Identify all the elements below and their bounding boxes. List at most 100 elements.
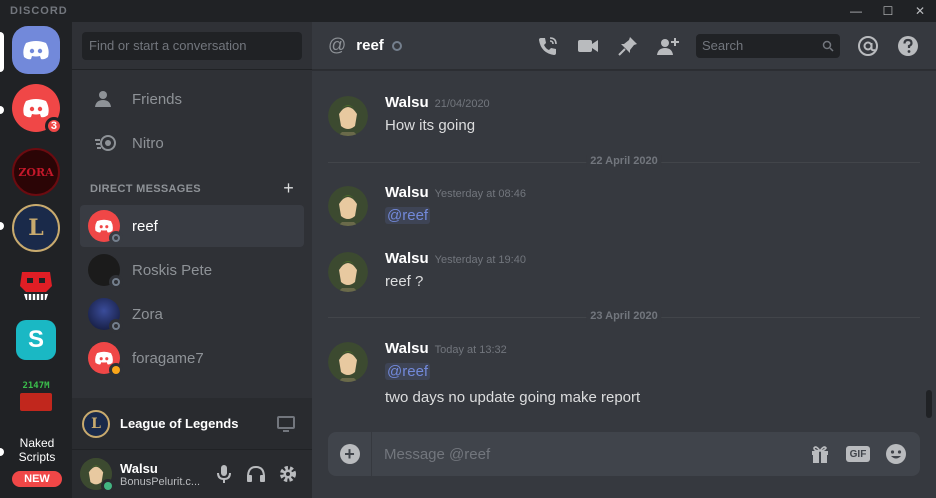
find-conversation-input[interactable]: Find or start a conversation <box>82 31 302 60</box>
avatar <box>88 210 123 245</box>
voice-call-button[interactable] <box>536 34 560 58</box>
activity-panel: L League of Legends <box>72 398 312 450</box>
message-composer: + Message @reef GIF <box>328 432 920 476</box>
nav-nitro[interactable]: Nitro <box>80 122 304 164</box>
search-input[interactable]: Search <box>696 33 840 58</box>
status-offline <box>109 275 123 289</box>
home-button[interactable] <box>12 26 60 74</box>
title-bar: DISCORD — ☐ ✕ <box>0 0 936 22</box>
message-list: Walsu 21/04/2020 How its going 22 April 2… <box>312 70 936 424</box>
date-divider: 23 April 2020 <box>328 310 920 322</box>
message-scrollbar[interactable] <box>926 390 932 418</box>
message-text: How its going <box>385 117 476 134</box>
dm-name: reef <box>132 217 158 235</box>
discord-logo-icon <box>23 41 49 60</box>
message-text: @reef <box>385 206 905 226</box>
message-body: Walsu Yesterday at 08:46 @reef <box>385 184 905 226</box>
plus-circle-icon: + <box>339 444 360 464</box>
gift-button[interactable] <box>806 442 834 466</box>
gift-icon <box>812 446 828 463</box>
naked-scripts-label[interactable]: Naked Scripts <box>8 436 66 464</box>
mention-badge: 3 <box>44 117 63 135</box>
help-button[interactable] <box>896 34 920 58</box>
emoji-button[interactable] <box>882 442 910 466</box>
unread-indicator <box>0 106 4 114</box>
add-friend-to-dm-button[interactable] <box>656 34 680 58</box>
at-icon <box>858 35 878 56</box>
message-author[interactable]: Walsu <box>385 94 429 111</box>
avatar <box>88 254 123 289</box>
server-list: 3 ZORA L S 2147M Naked Scripts NEW <box>0 22 72 498</box>
game-icon: L <box>82 409 110 438</box>
server-icon-2147m[interactable]: 2147M <box>12 372 60 420</box>
mute-button[interactable] <box>208 458 240 490</box>
gear-icon <box>280 466 296 482</box>
video-call-button[interactable] <box>576 34 600 58</box>
gif-button[interactable]: GIF <box>844 442 872 466</box>
game-title: League of Legends <box>120 416 239 431</box>
dm-name: Zora <box>132 305 163 323</box>
emoji-icon <box>886 444 906 464</box>
user-mention[interactable]: @reef <box>385 363 431 380</box>
discord-logo-icon <box>95 351 113 365</box>
dm-item-roskis-pete[interactable]: Roskis Pete <box>80 249 304 291</box>
username: Walsu <box>120 460 158 476</box>
status-offline-icon <box>391 40 402 51</box>
selected-indicator <box>0 32 4 72</box>
stream-icon[interactable] <box>270 408 302 440</box>
new-badge: NEW <box>9 468 65 490</box>
dm-item-zora[interactable]: Zora <box>80 293 304 335</box>
message-avatar[interactable] <box>328 342 368 382</box>
message-timestamp: 21/04/2020 <box>434 98 490 110</box>
status-online <box>101 479 115 493</box>
server-label: ZORA <box>18 165 54 179</box>
search-icon <box>822 40 834 52</box>
red-skull-icon <box>20 272 52 300</box>
pinned-messages-button[interactable] <box>616 34 640 58</box>
maximize-button[interactable]: ☐ <box>872 0 904 22</box>
server-label: S <box>27 326 44 353</box>
message-author[interactable]: Walsu <box>385 250 429 267</box>
help-icon <box>898 35 918 56</box>
server-icon-skull[interactable] <box>12 260 60 308</box>
mentions-button[interactable] <box>856 34 880 58</box>
message-input[interactable]: Message @reef <box>372 446 806 463</box>
user-avatar[interactable] <box>80 458 115 493</box>
nav-label: Friends <box>132 90 183 108</box>
dm-item-reef[interactable]: reef <box>80 205 304 247</box>
upload-button[interactable]: + <box>328 432 372 476</box>
nav-friends[interactable]: Friends <box>80 78 304 120</box>
nav-label: Nitro <box>132 134 164 152</box>
add-user-icon <box>657 37 679 55</box>
date-divider-label: 22 April 2020 <box>586 155 662 167</box>
message-text: two days no update going make report <box>385 389 641 406</box>
avatar-art <box>328 96 368 136</box>
message-author[interactable]: Walsu <box>385 340 429 357</box>
friends-icon <box>90 83 122 115</box>
create-dm-button[interactable]: + <box>283 178 294 199</box>
status-offline <box>109 319 123 333</box>
avatar <box>88 298 123 333</box>
server-icon-zora[interactable]: ZORA <box>12 148 60 196</box>
server-art <box>20 393 52 411</box>
message-body: Walsu Today at 13:32 @reef two days no up… <box>385 340 905 408</box>
server-icon[interactable]: 3 <box>12 84 63 135</box>
server-icon-league[interactable]: L <box>12 204 60 252</box>
close-button[interactable]: ✕ <box>904 0 936 22</box>
message-avatar[interactable] <box>328 96 368 136</box>
user-mention[interactable]: @reef <box>385 207 431 224</box>
message-avatar[interactable] <box>328 186 368 226</box>
dm-name: foragame7 <box>132 349 204 367</box>
server-label: 2147M <box>22 381 50 391</box>
chat-header: @ reef Search <box>312 22 936 70</box>
message-author[interactable]: Walsu <box>385 184 429 201</box>
minimize-button[interactable]: — <box>840 0 872 22</box>
date-divider-label: 23 April 2020 <box>586 310 662 322</box>
dm-search-bar: Find or start a conversation <box>72 22 312 70</box>
server-icon-s[interactable]: S <box>12 316 60 364</box>
user-settings-button[interactable] <box>272 458 304 490</box>
user-status-text: BonusPelurit.c... <box>120 475 201 488</box>
dm-item-foragame7[interactable]: foragame7 <box>80 337 304 379</box>
message-avatar[interactable] <box>328 252 368 292</box>
deafen-button[interactable] <box>240 458 272 490</box>
